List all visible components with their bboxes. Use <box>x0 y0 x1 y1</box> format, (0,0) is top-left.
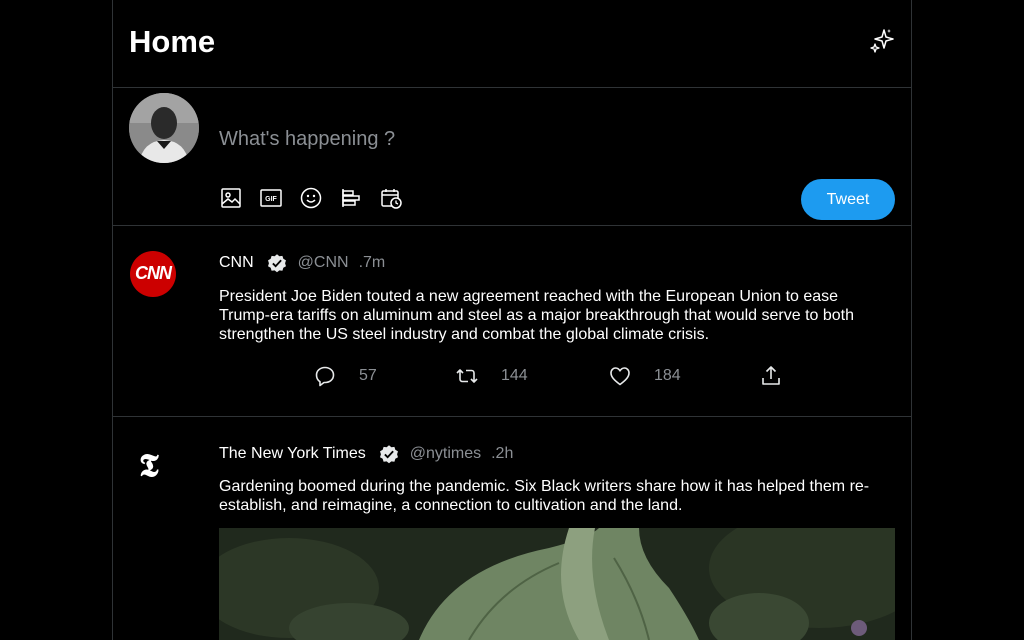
tweet-card[interactable]: CNN CNN @CNN .7m President Joe Biden tou… <box>113 226 911 417</box>
share-action[interactable] <box>759 364 783 388</box>
like-count: 184 <box>654 367 681 384</box>
tweet-header: CNN @CNN .7m <box>219 252 385 274</box>
cnn-logo-text: CNN <box>135 263 172 283</box>
tweet-button[interactable]: Tweet <box>801 179 895 220</box>
retweet-count: 144 <box>501 367 528 384</box>
reply-icon[interactable] <box>313 364 337 388</box>
image-icon[interactable] <box>219 186 243 210</box>
schedule-icon[interactable] <box>379 186 403 210</box>
avatar[interactable] <box>129 93 199 163</box>
nytimes-logo[interactable]: 𝕿 <box>139 447 169 483</box>
heart-icon[interactable] <box>608 364 632 388</box>
tweet-text: Gardening boomed during the pandemic. Si… <box>219 478 870 514</box>
tweet-card[interactable]: 𝕿 The New York Times @nytimes .2h Garden… <box>113 417 911 640</box>
author-handle[interactable]: @nytimes <box>410 445 481 463</box>
timeline-column: Home What's happening ? GIF Tweet CNN CN… <box>112 0 912 640</box>
reply-action[interactable]: 57 <box>313 364 377 388</box>
tweet-header: The New York Times @nytimes .2h <box>219 443 513 465</box>
tweet-age[interactable]: .2h <box>491 445 513 463</box>
page-header: Home <box>113 0 911 88</box>
author-handle[interactable]: @CNN <box>298 254 349 272</box>
tweet-composer: What's happening ? GIF Tweet <box>113 88 911 226</box>
verified-badge-icon <box>267 254 286 273</box>
tweet-actions: 57 144 184 <box>313 364 783 388</box>
retweet-icon[interactable] <box>455 364 479 388</box>
sparkle-icon[interactable] <box>869 28 895 54</box>
retweet-action[interactable]: 144 <box>455 364 528 388</box>
emoji-icon[interactable] <box>299 186 323 210</box>
composer-toolbar: GIF <box>219 186 403 210</box>
verified-badge-icon <box>379 445 398 464</box>
reply-count: 57 <box>359 367 377 384</box>
tweet-age[interactable]: .7m <box>359 254 386 272</box>
page-title: Home <box>129 24 216 59</box>
like-action[interactable]: 184 <box>608 364 681 388</box>
share-icon[interactable] <box>759 364 783 388</box>
svg-text:GIF: GIF <box>265 196 277 203</box>
tweet-media-image[interactable] <box>219 528 895 640</box>
tweet-text: President Joe Biden touted a new agreeme… <box>219 288 854 343</box>
cnn-logo[interactable]: CNN <box>130 251 176 297</box>
compose-input[interactable]: What's happening ? <box>219 128 395 151</box>
author-name[interactable]: CNN <box>219 254 254 272</box>
gif-icon[interactable]: GIF <box>259 186 283 210</box>
author-name[interactable]: The New York Times <box>219 445 366 463</box>
poll-icon[interactable] <box>339 186 363 210</box>
